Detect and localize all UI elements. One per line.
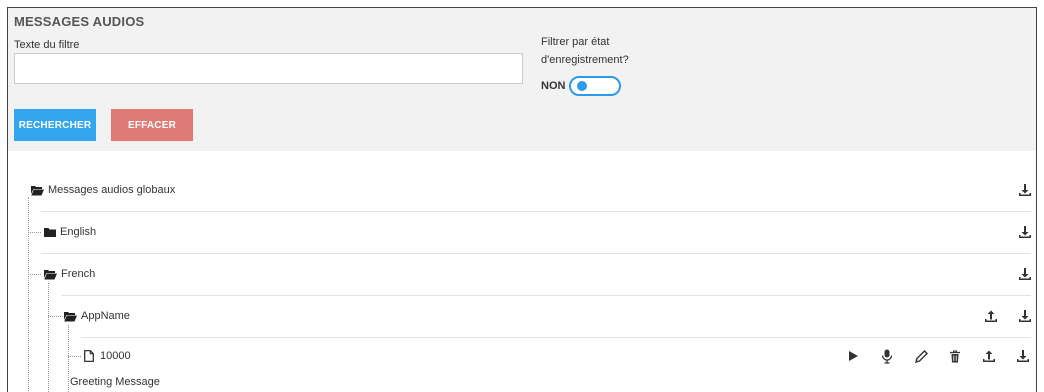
tree-guide-line (48, 316, 61, 317)
microphone-icon[interactable] (876, 345, 898, 367)
tree-node-french[interactable]: French (44, 253, 95, 295)
toggle-knob (577, 81, 588, 91)
tree-guide-line (28, 274, 41, 275)
node-label: French (61, 268, 96, 280)
state-filter-toggle[interactable] (569, 76, 622, 96)
messages-audios-panel: MESSAGES AUDIOS Texte du filtre Filtrer … (7, 7, 1037, 392)
play-icon[interactable] (842, 345, 864, 367)
upload-icon[interactable] (978, 345, 1000, 367)
tree-guide-line (28, 232, 41, 233)
filter-text-input[interactable] (14, 53, 523, 84)
trash-icon[interactable] (944, 345, 966, 367)
download-icon[interactable] (1014, 179, 1036, 201)
tree-guide-line (28, 197, 29, 392)
row-divider (61, 295, 1031, 296)
toggle-state-text: NON (541, 80, 566, 92)
filter-text-label: Texte du filtre (14, 39, 80, 51)
row-divider (81, 337, 1031, 338)
tree-guide-line (68, 356, 81, 357)
tree-node-appname[interactable]: AppName (64, 295, 130, 337)
root-actions (1002, 179, 1036, 201)
download-icon[interactable] (1014, 263, 1036, 285)
node-label: 10000 (100, 350, 131, 362)
state-filter-label-line2: d'enregistrement? (541, 54, 629, 66)
tree-node-english[interactable]: English (44, 211, 96, 253)
tree-node-root[interactable]: Messages audios globaux (31, 169, 175, 211)
node-label: Messages audios globaux (48, 184, 176, 196)
row-divider (41, 211, 1031, 212)
download-icon[interactable] (1012, 345, 1034, 367)
search-button[interactable]: RECHERCHER (14, 109, 96, 141)
audio-tree: Messages audios globaux English French A… (8, 151, 1036, 392)
folder-open-icon (44, 269, 57, 280)
node-label: AppName (81, 310, 130, 322)
download-icon[interactable] (1014, 221, 1036, 243)
file-description: Greeting Message (70, 376, 160, 388)
clear-button[interactable]: EFFACER (111, 109, 193, 141)
state-filter-label-line1: Filtrer par état (541, 36, 610, 48)
folder-icon (44, 227, 56, 238)
file-icon (84, 350, 94, 362)
state-filter-toggle-group: NON (541, 76, 622, 96)
folder-open-icon (64, 311, 77, 322)
folder-open-icon (31, 185, 44, 196)
file-actions (830, 345, 1034, 367)
english-actions (1002, 221, 1036, 243)
filter-panel: MESSAGES AUDIOS Texte du filtre Filtrer … (8, 8, 1036, 151)
node-label: English (60, 226, 97, 238)
row-divider (41, 253, 1031, 254)
tree-node-file-10000[interactable]: 10000 (84, 335, 131, 377)
upload-icon[interactable] (980, 305, 1002, 327)
french-actions (1002, 263, 1036, 285)
page-title: MESSAGES AUDIOS (14, 14, 145, 29)
pencil-icon[interactable] (910, 345, 932, 367)
tree-guide-line (48, 283, 49, 392)
appname-actions (968, 305, 1036, 327)
download-icon[interactable] (1014, 305, 1036, 327)
